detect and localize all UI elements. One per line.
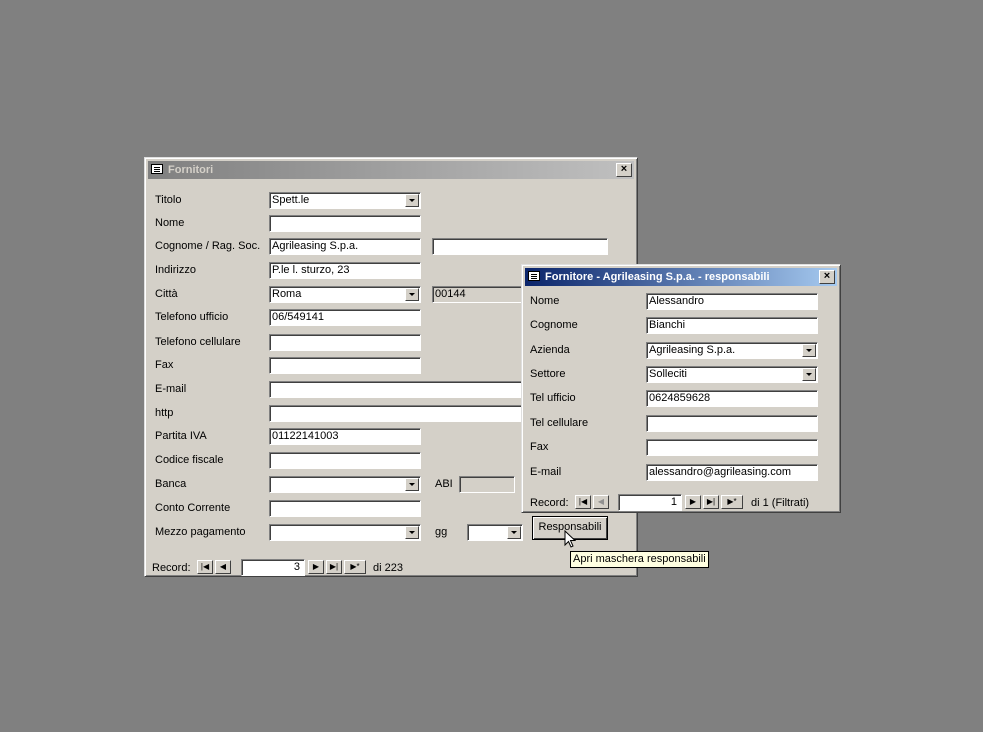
tel-cell-input[interactable] <box>269 334 421 351</box>
abi-field <box>459 476 515 493</box>
label-popup-azienda: Azienda <box>530 344 570 356</box>
cap-field: 00144 <box>432 286 524 303</box>
popup-record-total: di 1 (Filtrati) <box>751 497 810 509</box>
chevron-down-icon[interactable] <box>405 526 419 539</box>
close-button[interactable]: × <box>616 163 632 177</box>
next-record-button[interactable]: ▶ <box>308 560 324 574</box>
label-fax: Fax <box>155 359 174 371</box>
popup-record-label: Record: <box>530 497 569 509</box>
record-label: Record: <box>152 562 191 574</box>
label-cognome: Cognome / Rag. Soc. <box>155 240 261 252</box>
popup-fax-input[interactable] <box>646 439 818 456</box>
label-indirizzo: Indirizzo <box>155 264 196 276</box>
piva-input[interactable]: 01122141003 <box>269 428 421 445</box>
responsabili-window: Fornitore - Agrileasing S.p.a. - respons… <box>521 264 841 513</box>
close-button[interactable]: × <box>819 270 835 284</box>
label-popup-nome: Nome <box>530 295 560 307</box>
popup-nome-input[interactable]: Alessandro <box>646 293 818 310</box>
popup-new-record-button[interactable]: ▶* <box>721 495 743 509</box>
prev-record-button[interactable]: ◀ <box>215 560 231 574</box>
popup-record-number-input[interactable]: 1 <box>618 494 682 511</box>
chevron-down-icon[interactable] <box>405 288 419 301</box>
tooltip: Apri maschera responsabili <box>570 551 709 568</box>
label-citta: Città <box>155 288 178 300</box>
label-popup-settore: Settore <box>530 368 566 380</box>
banca-combo[interactable] <box>269 476 421 493</box>
label-tel-cell: Telefono cellulare <box>155 336 241 348</box>
label-tel-ufficio: Telefono ufficio <box>155 311 229 323</box>
popup-last-record-button[interactable]: ▶| <box>703 495 719 509</box>
label-conto: Conto Corrente <box>155 502 231 514</box>
cognome-input[interactable]: Agrileasing S.p.a. <box>269 238 421 255</box>
conto-input[interactable] <box>269 500 421 517</box>
label-nome: Nome <box>155 217 185 229</box>
popup-settore-combo[interactable]: Solleciti <box>646 366 818 383</box>
popup-first-record-button[interactable]: |◀ <box>575 495 591 509</box>
label-popup-tel-cell: Tel cellulare <box>530 417 589 429</box>
mouse-cursor-icon <box>564 530 576 548</box>
email-input[interactable] <box>269 381 529 398</box>
popup-next-record-button[interactable]: ▶ <box>685 495 701 509</box>
citta-combo[interactable]: Roma <box>269 286 421 303</box>
popup-azienda-combo[interactable]: Agrileasing S.p.a. <box>646 342 818 359</box>
citta-value: Roma <box>272 288 302 300</box>
label-titolo: Titolo <box>155 194 182 206</box>
azienda-value: Agrileasing S.p.a. <box>649 344 736 356</box>
label-abi: ABI <box>435 478 453 490</box>
gg-combo[interactable] <box>467 524 523 541</box>
record-number-input[interactable]: 3 <box>241 559 305 576</box>
titolo-combo[interactable]: Spett.le <box>269 192 421 209</box>
popup-prev-record-button[interactable]: ◀ <box>593 495 609 509</box>
form-icon <box>528 271 540 281</box>
chevron-down-icon[interactable] <box>405 194 419 207</box>
label-http: http <box>155 407 174 419</box>
record-total: di 223 <box>373 562 403 574</box>
popup-email-input[interactable]: alessandro@agrileasing.com <box>646 464 818 481</box>
label-gg: gg <box>435 526 448 538</box>
first-record-button[interactable]: |◀ <box>197 560 213 574</box>
label-popup-email: E-mail <box>530 466 562 478</box>
window-title: Fornitori <box>168 164 214 176</box>
indirizzo-input[interactable]: P.le l. sturzo, 23 <box>269 262 421 279</box>
responsabili-titlebar[interactable]: Fornitore - Agrileasing S.p.a. - respons… <box>525 268 837 286</box>
label-pagamento: Mezzo pagamento <box>155 526 246 538</box>
label-popup-cognome: Cognome <box>530 319 578 331</box>
popup-cognome-input[interactable]: Bianchi <box>646 317 818 334</box>
cf-input[interactable] <box>269 452 421 469</box>
label-popup-tel-ufficio: Tel ufficio <box>530 392 576 404</box>
popup-tel-cell-input[interactable] <box>646 415 818 432</box>
label-banca: Banca <box>155 478 187 490</box>
settore-value: Solleciti <box>649 368 687 380</box>
new-record-button[interactable]: ▶* <box>344 560 366 574</box>
label-cf: Codice fiscale <box>155 454 224 466</box>
nome-input[interactable] <box>269 215 421 232</box>
label-popup-fax: Fax <box>530 441 549 453</box>
label-piva: Partita IVA <box>155 430 207 442</box>
fornitori-titlebar[interactable]: Fornitori × <box>148 161 634 179</box>
http-input[interactable] <box>269 405 529 422</box>
popup-tel-ufficio-input[interactable]: 0624859628 <box>646 390 818 407</box>
chevron-down-icon[interactable] <box>405 478 419 491</box>
titolo-value: Spett.le <box>272 194 310 206</box>
chevron-down-icon[interactable] <box>802 344 816 357</box>
form-icon <box>151 164 163 174</box>
popup-title: Fornitore - Agrileasing S.p.a. - respons… <box>545 271 770 283</box>
last-record-button[interactable]: ▶| <box>326 560 342 574</box>
label-email: E-mail <box>155 383 187 395</box>
chevron-down-icon[interactable] <box>802 368 816 381</box>
pagamento-combo[interactable] <box>269 524 421 541</box>
cognome2-input[interactable] <box>432 238 608 255</box>
chevron-down-icon[interactable] <box>507 526 521 539</box>
tel-ufficio-input[interactable]: 06/549141 <box>269 309 421 326</box>
fax-input[interactable] <box>269 357 421 374</box>
